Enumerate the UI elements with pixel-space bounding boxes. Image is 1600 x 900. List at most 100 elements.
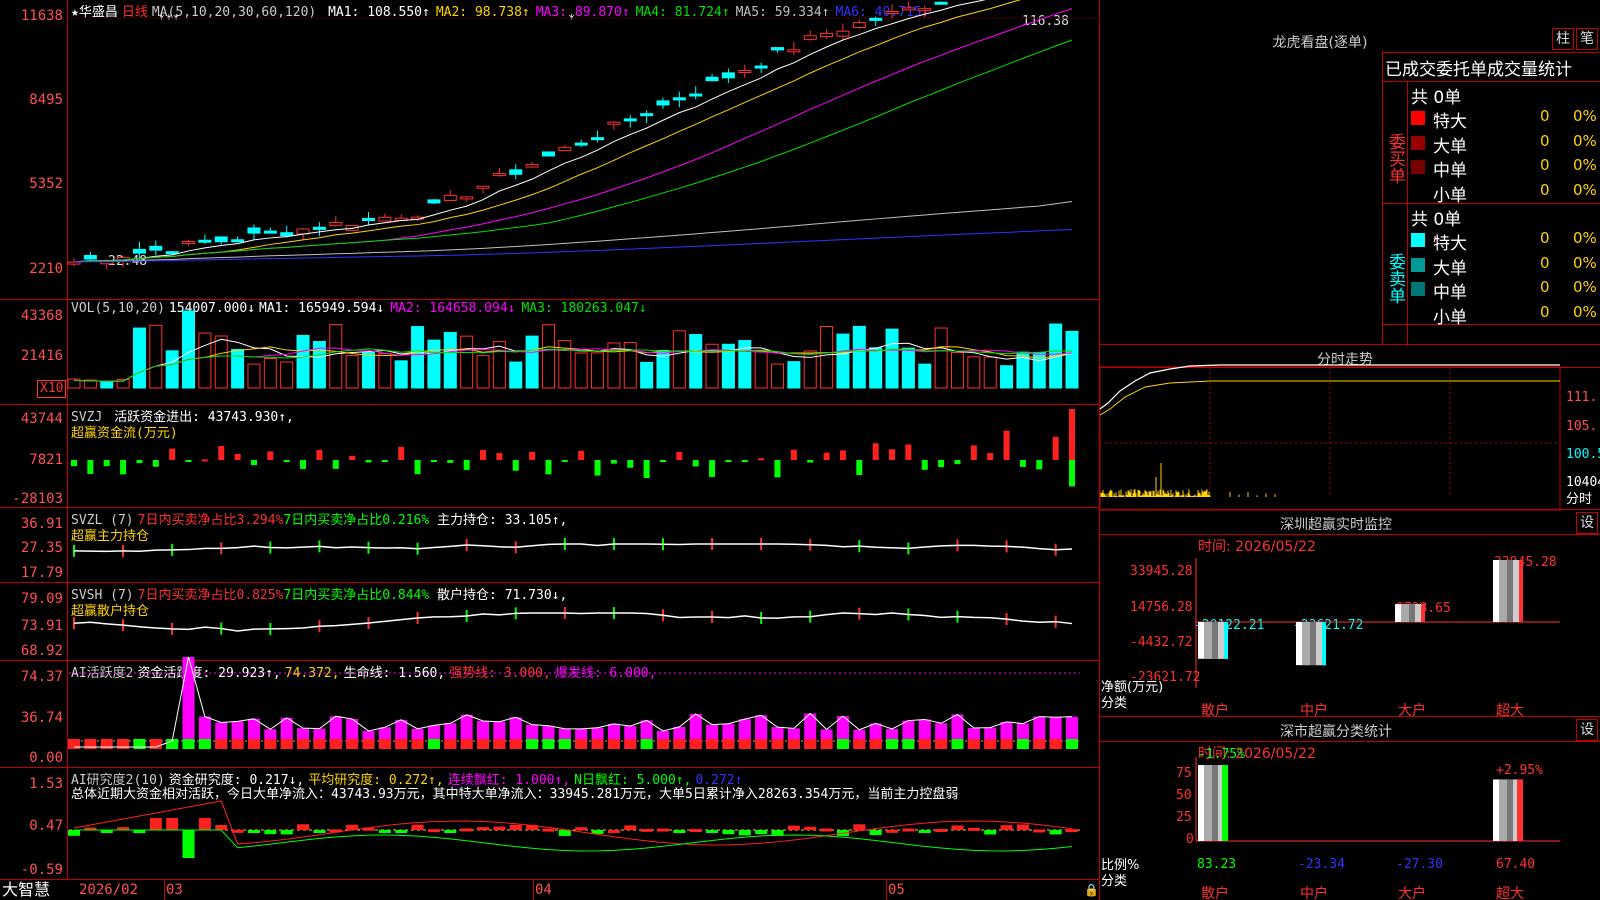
flow-bar — [790, 449, 797, 460]
volume-bar — [509, 361, 523, 389]
candle-body — [263, 230, 277, 234]
research-bar — [247, 830, 260, 833]
volume-bar — [836, 333, 850, 389]
category-bar-chart[interactable] — [1100, 717, 1600, 900]
flow-bar — [332, 460, 339, 469]
bar-view-button[interactable]: 柱 — [1552, 28, 1574, 50]
flow-bar — [414, 460, 421, 475]
activity-base — [1016, 739, 1029, 749]
lock-icon[interactable]: 🔒 — [1084, 883, 1099, 898]
order-size-swatch — [1411, 160, 1425, 174]
activity-base — [1066, 739, 1078, 749]
svzj-pane[interactable]: 43744 7821 -28103 SVZJ 活跃资金进出: 43743.930… — [0, 405, 1100, 508]
flow-bar — [938, 460, 945, 468]
bar-shade — [1401, 604, 1409, 622]
svzj-chart[interactable] — [0, 405, 1100, 508]
volume-bar — [296, 334, 310, 389]
volume-chart[interactable] — [0, 300, 1100, 405]
ai-activity-pane[interactable]: 74.37 36.74 0.00 AI活跃度2 资金活跃度: 29.923↑, 74… — [0, 656, 1100, 768]
activity-base — [984, 739, 997, 749]
candle-body — [443, 194, 457, 202]
activity-base — [477, 739, 490, 749]
svzl-chart[interactable] — [0, 508, 1100, 583]
volume-bar — [263, 358, 277, 389]
order-count: 0 — [1540, 131, 1550, 150]
flow-bar — [169, 448, 176, 460]
flow-bar — [1003, 430, 1010, 460]
volume-bar — [640, 361, 654, 389]
volume-bar — [231, 348, 245, 389]
svzl-pane[interactable]: 36.91 27.35 17.79 SVZL (7) 7日内买卖净占比3.294%… — [0, 508, 1100, 583]
activity-base — [656, 739, 669, 749]
order-percent: 0% — [1573, 229, 1597, 247]
order-size-swatch — [1411, 306, 1425, 321]
flow-bar — [889, 449, 896, 460]
activity-base — [624, 739, 637, 749]
price-pane[interactable]: 11638 8495 5352 2210 ★华盛昌 日线 MA(5,10,20,30… — [0, 0, 1100, 300]
research-bar — [673, 830, 686, 833]
candlestick-chart[interactable] — [0, 0, 1100, 300]
candle-body — [901, 7, 915, 11]
bar-edge — [1421, 604, 1425, 622]
svsh-chart[interactable] — [0, 583, 1100, 661]
research-bar — [280, 830, 293, 835]
candle-body — [378, 216, 392, 222]
volume-bar — [100, 380, 114, 389]
volume-bar — [820, 325, 834, 389]
volume-bar — [149, 324, 163, 389]
volume-bar — [591, 352, 605, 389]
activity-base — [935, 739, 948, 749]
flow-bar — [692, 460, 699, 467]
volume-bar — [132, 327, 146, 389]
volume-bar — [983, 356, 997, 389]
candle-body — [869, 17, 883, 21]
volume-bar — [345, 355, 359, 389]
research-bar — [738, 830, 751, 836]
candle-body — [738, 70, 752, 74]
volume-bar — [214, 335, 228, 389]
svsh-pane[interactable]: 79.09 73.91 68.92 SVSH (7) 7日内买卖净占比0.825%… — [0, 583, 1100, 661]
order-count: 0 — [1540, 107, 1550, 125]
research-bar — [918, 830, 931, 833]
intraday-panel[interactable]: 分时走势 111. 105. 100.5 10404 分时 — [1099, 345, 1600, 511]
volume-bar — [771, 363, 785, 389]
candle-body — [672, 97, 686, 101]
volume-pane[interactable]: 43368 21416 X10 VOL(5,10,20) 154007.000↓ M… — [0, 300, 1100, 405]
volume-bar — [689, 334, 703, 389]
flow-bar — [316, 449, 323, 460]
activity-base — [247, 739, 260, 749]
research-bar — [624, 825, 637, 830]
order-count: 0 — [1540, 156, 1550, 174]
activity-base — [918, 739, 931, 749]
ai-activity-chart[interactable] — [0, 656, 1100, 768]
monitor-bar-chart[interactable] — [1100, 510, 1600, 717]
flow-bar — [741, 460, 748, 463]
tick-view-button[interactable]: 笔 — [1576, 28, 1598, 50]
order-size-swatch — [1411, 282, 1425, 296]
intraday-chart[interactable] — [1099, 345, 1600, 511]
order-count: 0 — [1540, 180, 1550, 199]
volume-bar — [378, 353, 392, 389]
research-bar — [706, 830, 719, 833]
order-size-name: 特大 — [1433, 234, 1467, 254]
research-bar — [1033, 829, 1046, 833]
volume-bar — [198, 332, 212, 389]
order-count: 0 — [1540, 229, 1550, 247]
ai-research-pane[interactable]: 1.53 0.47 -0.59 AI研究度2(10) 资金研究度: 0.217↓,… — [0, 768, 1100, 879]
candle-body — [476, 185, 490, 189]
candle-body — [280, 232, 294, 237]
ma-line — [73, 0, 1022, 263]
bar-shade — [1212, 765, 1218, 841]
ai-research-chart[interactable] — [0, 768, 1100, 879]
order-size-swatch — [1411, 233, 1425, 247]
order-size-name: 特大 — [1433, 112, 1467, 132]
activity-base — [738, 739, 751, 749]
candle-body — [640, 113, 654, 117]
volume-bar — [950, 351, 964, 389]
kline-chart-area[interactable]: 11638 8495 5352 2210 ★华盛昌 日线 MA(5,10,20,30… — [0, 0, 1100, 900]
volume-bar — [1000, 365, 1014, 389]
activity-base — [689, 739, 702, 749]
candle-body — [918, 8, 932, 12]
research-bar — [378, 830, 391, 833]
flow-bar — [234, 453, 241, 460]
